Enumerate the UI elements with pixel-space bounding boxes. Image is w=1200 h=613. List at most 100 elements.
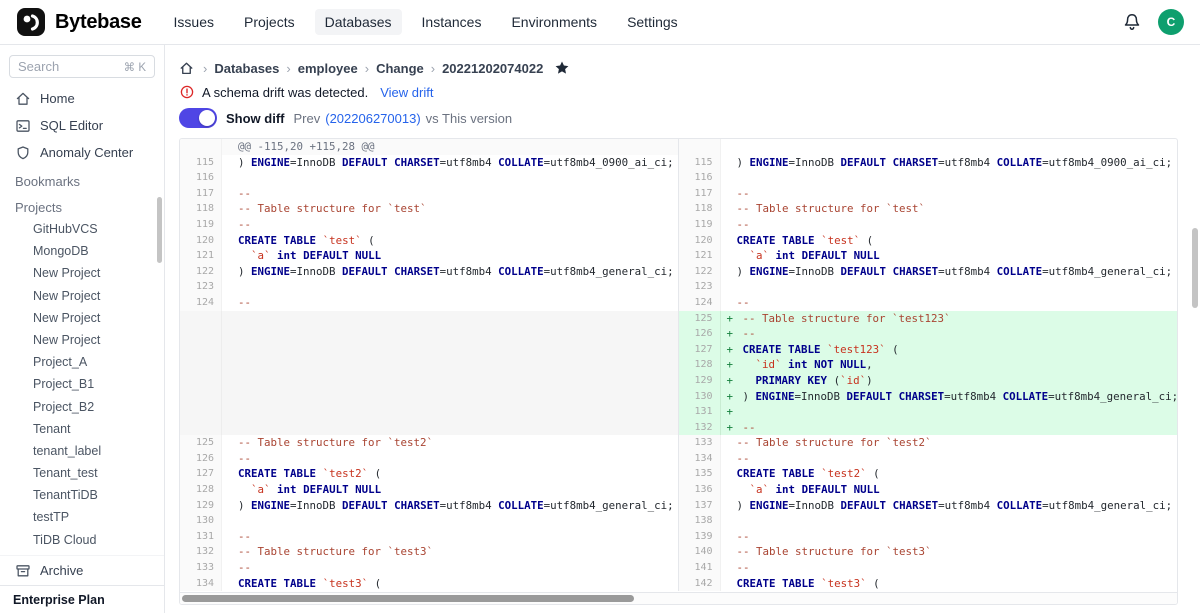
avatar[interactable]: C	[1158, 9, 1184, 35]
breadcrumb-separator: ›	[365, 61, 369, 76]
project-item[interactable]: New Project	[0, 329, 164, 351]
diff-plus-sign: +	[727, 373, 734, 389]
project-item[interactable]: TiDB Cloud	[0, 529, 164, 551]
diff-code-line: CREATE TABLE `test` (	[721, 233, 1178, 249]
sidebar-item-label: Anomaly Center	[40, 145, 133, 160]
brand[interactable]: Bytebase	[16, 7, 142, 37]
diff-line-number: 122	[180, 264, 222, 280]
bell-icon[interactable]	[1122, 12, 1142, 32]
diff-line-number: 142	[679, 576, 721, 592]
show-diff-toggle[interactable]	[179, 108, 217, 128]
project-item[interactable]: testTP	[0, 506, 164, 528]
sidebar-scrollbar-thumb[interactable]	[157, 197, 162, 263]
diff-line-number: 129	[180, 498, 222, 514]
breadcrumb-item[interactable]: employee	[298, 61, 358, 76]
diff-line-number: 115	[679, 155, 721, 171]
nav-item-projects[interactable]: Projects	[234, 9, 305, 35]
vs-label: vs This version	[426, 111, 512, 126]
diff-line-number	[180, 389, 222, 405]
project-item[interactable]: Project_B2	[0, 396, 164, 418]
diff-code-line: `a` int DEFAULT NULL	[721, 482, 1178, 498]
diff-line-number	[180, 139, 222, 155]
project-item[interactable]: TenantTiDB	[0, 484, 164, 506]
diff-code-line: --	[721, 186, 1178, 202]
project-item[interactable]: Tenant_test	[0, 462, 164, 484]
diff-line-number: 119	[679, 217, 721, 233]
project-item[interactable]: Tenant	[0, 418, 164, 440]
sidebar-nav: Home SQL Editor Anomaly Center	[0, 85, 164, 166]
diff-line-number: 141	[679, 560, 721, 576]
diff-line-number: 128	[679, 357, 721, 373]
diff-plus-sign: +	[727, 326, 734, 342]
nav-item-databases[interactable]: Databases	[315, 9, 402, 35]
project-item[interactable]: New Project	[0, 285, 164, 307]
project-item[interactable]: Project_A	[0, 351, 164, 373]
diff-line-number: 128	[180, 482, 222, 498]
diff-added-line: + `id` int NOT NULL,	[721, 357, 1178, 373]
diff-line-number: 117	[679, 186, 721, 202]
diff-line-number: 132	[180, 544, 222, 560]
archive-label: Archive	[40, 563, 83, 578]
diff-line-number: 125	[679, 311, 721, 327]
sidebar-item-anomaly-center[interactable]: Anomaly Center	[0, 139, 164, 166]
diff-hscrollbar-thumb[interactable]	[182, 595, 634, 602]
sidebar-item-archive[interactable]: Archive	[0, 555, 164, 585]
diff-line-number: 129	[679, 373, 721, 389]
diff-line-number: 135	[679, 466, 721, 482]
project-item[interactable]: New Project	[0, 307, 164, 329]
sidebar-item-home[interactable]: Home	[0, 85, 164, 112]
diff-code-line: --	[222, 186, 679, 202]
page-scrollbar-thumb[interactable]	[1192, 228, 1198, 308]
diff-code-line: ) ENGINE=InnoDB DEFAULT CHARSET=utf8mb4 …	[222, 498, 679, 514]
show-diff-label: Show diff	[226, 111, 285, 126]
nav-item-instances[interactable]: Instances	[412, 9, 492, 35]
breadcrumb-item[interactable]: Change	[376, 61, 424, 76]
nav-item-settings[interactable]: Settings	[617, 9, 688, 35]
search-input[interactable]: Search ⌘ K	[9, 55, 155, 78]
diff-line-number: 121	[180, 248, 222, 264]
diff-pad-line	[222, 326, 679, 342]
diff-line-number: 132	[679, 420, 721, 436]
diff-code-line: ) ENGINE=InnoDB DEFAULT CHARSET=utf8mb4 …	[721, 264, 1178, 280]
diff-line-number: 115	[180, 155, 222, 171]
diff-line-number: 127	[180, 466, 222, 482]
breadcrumb-separator: ›	[203, 61, 207, 76]
home-icon[interactable]	[179, 61, 194, 76]
diff-line-number: 131	[679, 404, 721, 420]
project-item[interactable]: Project_B1	[0, 373, 164, 395]
diff-line-number: 130	[180, 513, 222, 529]
prev-version-link[interactable]: (202206270013)	[325, 111, 420, 126]
breadcrumb-item[interactable]: Databases	[214, 61, 279, 76]
top-nav: Issues Projects Databases Instances Environm…	[164, 9, 688, 35]
sidebar-item-label: SQL Editor	[40, 118, 103, 133]
diff-code-line: ) ENGINE=InnoDB DEFAULT CHARSET=utf8mb4 …	[222, 155, 679, 171]
breadcrumb-item[interactable]: 20221202074022	[442, 61, 543, 76]
project-item[interactable]: MongoDB	[0, 240, 164, 262]
nav-item-environments[interactable]: Environments	[501, 9, 607, 35]
view-drift-link[interactable]: View drift	[380, 85, 433, 100]
star-icon[interactable]	[554, 60, 570, 76]
diff-code-line: `a` int DEFAULT NULL	[222, 248, 679, 264]
sidebar-item-sql-editor[interactable]: SQL Editor	[0, 112, 164, 139]
diff-added-line: +	[721, 404, 1178, 420]
diff-line-number: 120	[679, 233, 721, 249]
diff-line-number: 131	[180, 529, 222, 545]
diff-grid: @@ -115,20 +115,28 @@115) ENGINE=InnoDB …	[180, 139, 1177, 592]
diff-line-number: 118	[180, 201, 222, 217]
diff-code-line	[721, 139, 1178, 155]
diff-line-number: 136	[679, 482, 721, 498]
diff-code-line: `a` int DEFAULT NULL	[222, 482, 679, 498]
project-item[interactable]: New Project	[0, 262, 164, 284]
diff-code-line: --	[721, 217, 1178, 233]
plan-label: Enterprise Plan	[0, 585, 164, 613]
nav-item-issues[interactable]: Issues	[164, 9, 224, 35]
prev-label: Prev	[294, 111, 321, 126]
diff-code-line: CREATE TABLE `test2` (	[222, 466, 679, 482]
diff-code-line: ) ENGINE=InnoDB DEFAULT CHARSET=utf8mb4 …	[721, 498, 1178, 514]
diff-code-line: --	[222, 451, 679, 467]
project-item[interactable]: tenant_label	[0, 440, 164, 462]
diff-line-number	[180, 373, 222, 389]
project-item[interactable]: GitHubVCS	[0, 218, 164, 240]
diff-pad-line	[222, 311, 679, 327]
diff-added-line: +CREATE TABLE `test123` (	[721, 342, 1178, 358]
